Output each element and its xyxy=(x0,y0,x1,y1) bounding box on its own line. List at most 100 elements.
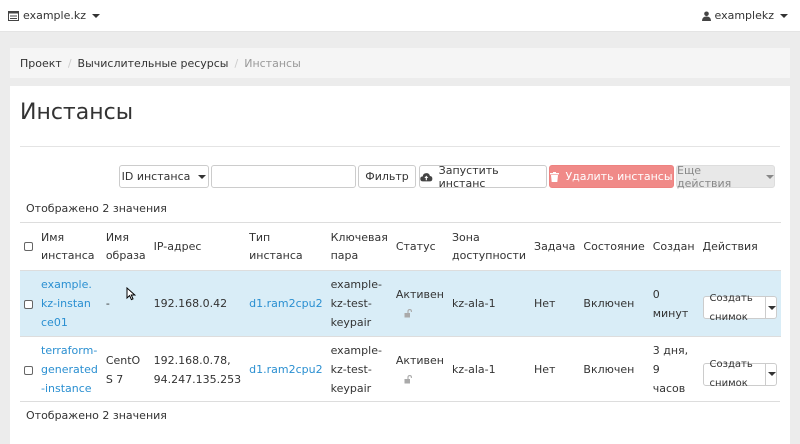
keypair-line: example- xyxy=(330,344,382,358)
ip-address-cell: 192.168.0.78, 94.247.135.253 xyxy=(149,336,246,403)
power-state-cell: Включен xyxy=(579,270,649,337)
actions-cell: Создать снимок xyxy=(698,336,781,403)
created-cell: 3 дня, 9 часов xyxy=(648,336,699,403)
project-icon xyxy=(8,10,19,21)
more-actions-button[interactable]: Еще действия xyxy=(676,164,775,190)
row-checkbox[interactable] xyxy=(24,365,33,375)
row-select-cell xyxy=(20,336,37,403)
keypair-line: example- xyxy=(330,278,382,291)
launch-instance-button[interactable]: Запустить инстанс xyxy=(419,163,547,190)
items-count-footer: Отображено 2 значения xyxy=(26,409,167,422)
header-created[interactable]: Создан xyxy=(648,222,699,271)
chevron-down-icon xyxy=(780,13,788,18)
row-select-cell xyxy=(20,270,37,337)
status-cell: Активен xyxy=(391,336,448,403)
filter-button[interactable]: Фильтр xyxy=(358,165,416,188)
header-name[interactable]: Имя инстанса xyxy=(37,222,102,271)
flavor-link[interactable]: d1.ram2cpu2 xyxy=(249,363,322,376)
keypair-line: keypair xyxy=(330,382,372,396)
breadcrumb: Проект / Вычислительные ресурсы / Инстан… xyxy=(10,48,790,78)
user-icon xyxy=(701,11,711,21)
header-status[interactable]: Статус xyxy=(391,222,448,271)
title-divider xyxy=(20,146,780,147)
breadcrumb-separator: / xyxy=(234,56,239,70)
instance-name-line: generated xyxy=(41,363,98,377)
cloud-upload-icon xyxy=(420,172,433,181)
instance-name-line: kz-instan xyxy=(41,297,91,310)
chevron-down-icon xyxy=(92,13,100,18)
trash-icon xyxy=(550,171,560,182)
keypair-cell: example- kz-test- keypair xyxy=(326,336,392,403)
flavor-link[interactable]: d1.ram2cpu2 xyxy=(249,297,322,310)
delete-instances-label: Удалить инстансы xyxy=(565,170,673,183)
breadcrumb-item-project[interactable]: Проект xyxy=(20,57,62,70)
table-row: example. kz-instan ce01 - 192.168.0.42 d… xyxy=(20,270,781,337)
row-actions-dropdown-toggle[interactable] xyxy=(766,297,776,318)
launch-instance-label: Запустить инстанс xyxy=(438,163,499,190)
top-navbar: example.kz examplekz xyxy=(0,0,800,32)
keypair-cell: example- kz-test- keypair xyxy=(326,270,392,337)
instance-name-line: terraform- xyxy=(41,344,98,358)
table-bottom-divider xyxy=(20,401,780,402)
select-all-cell xyxy=(20,222,37,271)
flavor-cell: d1.ram2cpu2 xyxy=(245,270,327,337)
chevron-down-icon xyxy=(198,174,207,179)
header-zone[interactable]: Зона доступности xyxy=(448,222,531,271)
header-keypair[interactable]: Ключевая пара xyxy=(326,222,392,271)
filter-field-label: ID инстанса xyxy=(121,170,191,183)
ip-address-line: 192.168.0.78, xyxy=(153,353,231,367)
image-name-cell: CentO S 7 xyxy=(101,336,150,403)
filter-field-select[interactable]: ID инстанса xyxy=(119,165,209,188)
zone-cell: kz-ala-1 xyxy=(448,336,531,403)
create-snapshot-button[interactable]: Создать снимок xyxy=(704,359,766,389)
breadcrumb-separator: / xyxy=(67,56,72,70)
user-menu[interactable]: examplekz xyxy=(701,9,788,22)
unlock-icon[interactable] xyxy=(404,375,413,384)
unlock-icon[interactable] xyxy=(404,309,413,318)
header-actions: Действия xyxy=(698,222,781,271)
task-cell: Нет xyxy=(530,336,580,403)
keypair-line: kz-test- xyxy=(330,297,372,310)
row-actions-split-button: Создать снимок xyxy=(702,359,777,389)
project-name: example.kz xyxy=(23,9,86,22)
header-ip[interactable]: IP-адрес xyxy=(149,222,246,271)
header-task[interactable]: Задача xyxy=(530,222,580,271)
power-state-cell: Включен xyxy=(579,336,649,403)
task-cell: Нет xyxy=(530,270,580,337)
chevron-down-icon xyxy=(766,174,774,179)
header-power-state[interactable]: Состояние xyxy=(579,222,649,271)
search-input[interactable] xyxy=(211,165,356,188)
create-snapshot-button[interactable]: Создать снимок xyxy=(704,293,766,323)
instance-name-link[interactable]: terraform- generated -instance xyxy=(41,344,98,395)
header-flavor[interactable]: Тип инстанса xyxy=(245,222,327,271)
instance-name-line: example. xyxy=(41,278,92,291)
image-name-line: S 7 xyxy=(105,372,124,386)
instances-table: Имя инстанса Имя образа IP-адрес Тип инс… xyxy=(20,222,781,403)
row-actions-split-button: Создать снимок xyxy=(702,293,777,323)
breadcrumb-item-compute[interactable]: Вычислительные ресурсы xyxy=(78,57,229,70)
project-switcher[interactable]: example.kz xyxy=(8,9,100,22)
instance-name-link[interactable]: example. kz-instan ce01 xyxy=(41,278,92,329)
keypair-line: kz-test- xyxy=(330,363,372,377)
created-cell: 0 минут xyxy=(648,270,699,337)
instance-name-cell: terraform- generated -instance xyxy=(37,336,102,403)
user-name: examplekz xyxy=(714,9,775,22)
chevron-down-icon xyxy=(767,372,776,376)
image-name-cell: - xyxy=(101,270,150,337)
table-row: terraform- generated -instance CentO S 7… xyxy=(20,336,781,403)
row-checkbox[interactable] xyxy=(24,299,33,309)
select-all-checkbox[interactable] xyxy=(24,242,33,251)
zone-cell: kz-ala-1 xyxy=(448,270,531,337)
created-line: 3 дня, xyxy=(652,344,689,358)
instance-name-cell: example. kz-instan ce01 xyxy=(37,270,102,337)
breadcrumb-item-active: Инстансы xyxy=(244,56,301,70)
header-image[interactable]: Имя образа xyxy=(101,222,150,271)
flavor-cell: d1.ram2cpu2 xyxy=(245,336,327,403)
row-actions-dropdown-toggle[interactable] xyxy=(766,364,776,385)
keypair-line: keypair xyxy=(330,316,372,329)
delete-instances-button[interactable]: Удалить инстансы xyxy=(549,165,674,188)
filter-button-label: Фильтр xyxy=(365,170,409,183)
items-count: Отображено 2 значения xyxy=(26,202,167,215)
mouse-cursor-icon xyxy=(126,287,136,301)
ip-address-line: 94.247.135.253 xyxy=(153,372,242,386)
